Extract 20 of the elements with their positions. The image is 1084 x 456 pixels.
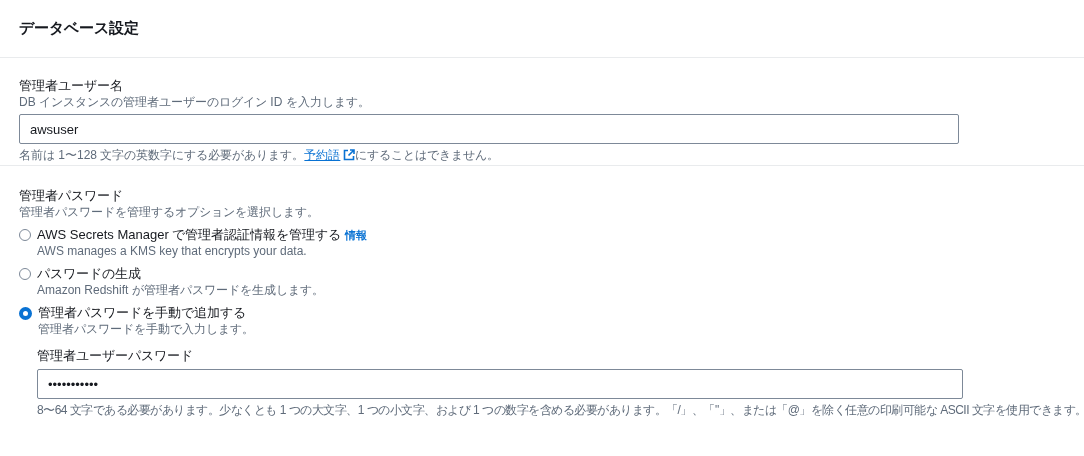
- option-description: AWS manages a KMS key that encrypts your data.: [37, 244, 308, 259]
- field-label: 管理者パスワード: [19, 187, 124, 205]
- info-link[interactable]: 情報: [345, 228, 368, 243]
- constraint-text: 名前は 1〜128 文字の英数字にする必要があります。予約語 にすることはできません。: [19, 148, 501, 163]
- field-description: 管理者パスワードを管理するオプションを選択します。: [19, 205, 320, 220]
- section-title: データベース設定: [19, 19, 139, 38]
- username-field[interactable]: awsuser: [19, 114, 959, 144]
- password-field[interactable]: •••••••••••: [37, 369, 963, 399]
- radio-button[interactable]: [19, 307, 32, 320]
- reserved-words-link[interactable]: 予約語: [304, 148, 356, 162]
- constraint-text: 8〜64 文字である必要があります。少なくとも 1 つの大文字、1 つの小文字、および 1 つの数字を含める必要があります。「/」、「"」、または「@」を除く任意の印刷可能な ASCII 文字を使用できます。: [37, 403, 1084, 418]
- option-label[interactable]: パスワードの生成: [37, 265, 141, 283]
- external-link-icon: [343, 149, 356, 161]
- field-description: DB インスタンスの管理者ユーザーのログイン ID を入力します。: [19, 95, 371, 110]
- field-label: 管理者ユーザー名: [19, 77, 124, 95]
- option-description: 管理者パスワードを手動で入力します。: [38, 322, 254, 337]
- option-label[interactable]: 管理者パスワードを手動で追加する: [38, 304, 246, 322]
- field-label: 管理者ユーザーパスワード: [37, 347, 194, 365]
- option-description: Amazon Redshift が管理者パスワードを生成します。: [37, 283, 324, 298]
- option-label[interactable]: AWS Secrets Manager で管理者認証情報を管理する: [37, 226, 342, 244]
